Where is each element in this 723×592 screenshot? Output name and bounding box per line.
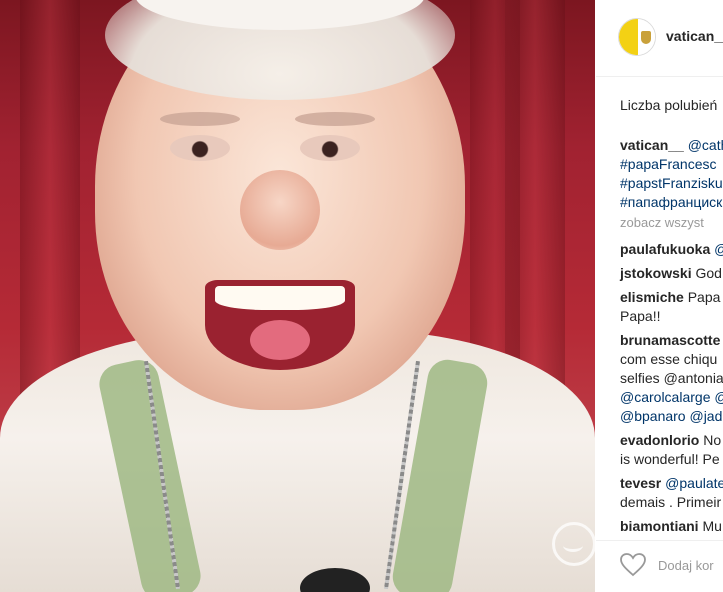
comment-text: Mu: [702, 518, 722, 534]
caption-first-line: vatican__ @cath: [620, 136, 723, 155]
eyebrow: [295, 112, 375, 126]
comment-author[interactable]: brunamascotte: [620, 332, 720, 348]
site-logo-watermark: [552, 522, 595, 566]
comment: evadonlorio No is wonderful! Pe: [620, 431, 723, 469]
view-all-comments-link[interactable]: zobacz wszyst: [620, 215, 704, 230]
add-comment-input[interactable]: Dodaj kor: [658, 558, 714, 573]
comment-author[interactable]: paulafukuoka: [620, 241, 710, 257]
eye: [170, 135, 230, 161]
eye: [300, 135, 360, 161]
comment-mentions[interactable]: @carolcalarge @: [620, 388, 723, 407]
comment-text: No: [703, 432, 722, 448]
comment-mention[interactable]: @paulate: [665, 475, 723, 491]
heart-outline-icon[interactable]: [620, 553, 646, 577]
comment: brunamascotte com esse chiqu selfies @an…: [620, 331, 723, 426]
post-sidebar: vatican__ Liczba polubień vatican__ @cat…: [596, 0, 723, 592]
vatican-flag-avatar[interactable]: [618, 18, 656, 56]
laughing-mouth: [205, 280, 355, 370]
comment: jstokowski God: [620, 264, 723, 283]
caption-mention[interactable]: @cath: [688, 137, 723, 153]
comment-author[interactable]: tevesr: [620, 475, 661, 491]
hashtag[interactable]: #папафранциск: [620, 193, 723, 212]
comment-footer: Dodaj kor: [596, 540, 723, 592]
eyebrow: [160, 112, 240, 126]
nose: [240, 170, 320, 250]
teeth: [215, 286, 345, 310]
post-caption: vatican__ @cath #papaFrancesc #papstFran…: [620, 136, 723, 212]
likes-count[interactable]: Liczba polubień: [620, 97, 717, 113]
comment-author[interactable]: evadonlorio: [620, 432, 699, 448]
comment-author[interactable]: elismiche: [620, 289, 684, 305]
comment: paulafukuoka @: [620, 240, 723, 259]
comment-text: selfies @antonia: [620, 370, 723, 386]
comment-text: is wonderful! Pe: [620, 451, 720, 467]
comment-mentions[interactable]: @bpanaro @jade: [620, 407, 723, 426]
comment: elismiche Papa Papa!!: [620, 288, 723, 326]
comment-text: God: [695, 265, 722, 281]
comment-text: Papa!!: [620, 308, 661, 324]
hashtag[interactable]: #papstFranzisku: [620, 174, 723, 193]
hashtag[interactable]: #papaFrancesc: [620, 155, 723, 174]
post-header: vatican__: [596, 0, 723, 77]
comment-text: com esse chiqu: [620, 351, 718, 367]
comment: biamontiani Mu: [620, 517, 723, 536]
caption-author[interactable]: vatican__: [620, 137, 684, 153]
tongue: [250, 320, 310, 360]
comment-text: @: [714, 241, 723, 257]
comment-author[interactable]: jstokowski: [620, 265, 692, 281]
comment-text: demais . Primeir: [620, 494, 722, 510]
comment: tevesr @paulate demais . Primeir: [620, 474, 723, 512]
post-photo[interactable]: [0, 0, 595, 592]
keys-emblem-icon: [641, 31, 651, 44]
author-username[interactable]: vatican__: [666, 28, 723, 44]
comment-text: Papa: [687, 289, 721, 305]
comment-author[interactable]: biamontiani: [620, 518, 699, 534]
flag-yellow-half: [619, 19, 638, 55]
comment-list: paulafukuoka @ jstokowski God elismiche …: [620, 240, 723, 541]
